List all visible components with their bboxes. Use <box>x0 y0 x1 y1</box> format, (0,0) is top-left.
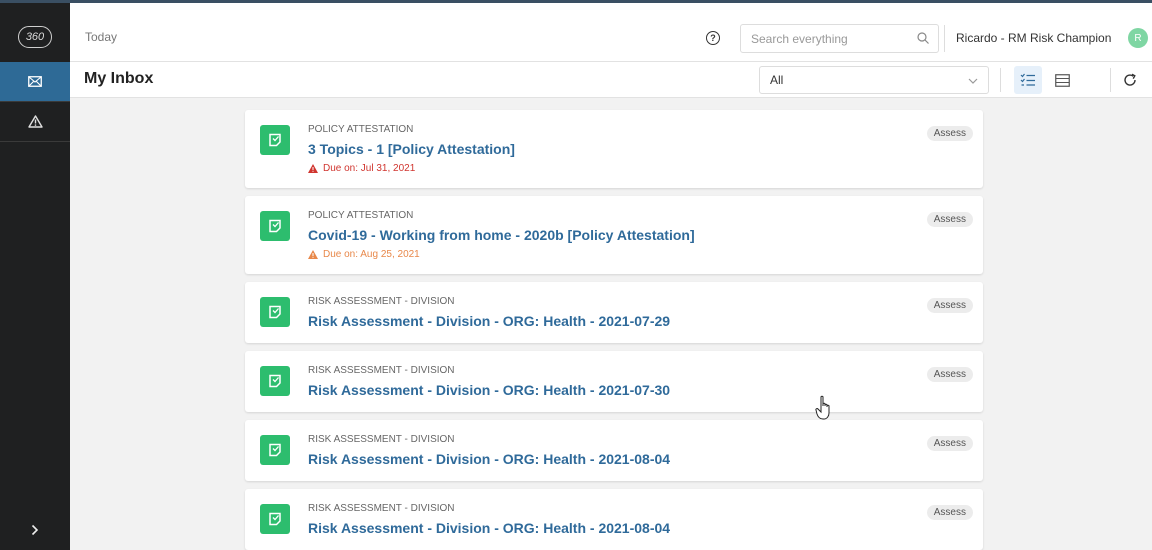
status-badge: Assess <box>926 436 973 451</box>
filter-select-value: All <box>770 73 784 87</box>
status-badge: Assess <box>926 126 973 141</box>
task-due-text: Due on: Jul 31, 2021 <box>323 163 416 174</box>
top-header: Today ? Ricardo - RM Risk Champion R <box>70 3 1152 62</box>
search-box <box>740 24 939 53</box>
search-icon[interactable] <box>917 32 929 44</box>
refresh-button[interactable] <box>1116 66 1144 94</box>
table-icon <box>1054 73 1070 87</box>
task-category: POLICY ATTESTATION <box>308 210 414 221</box>
sidebar-expand-button[interactable] <box>0 510 70 550</box>
task-document-icon <box>260 366 290 396</box>
search-input[interactable] <box>741 25 906 52</box>
chevron-right-icon <box>31 524 39 536</box>
task-card[interactable]: RISK ASSESSMENT - DIVISION Risk Assessme… <box>245 351 983 412</box>
breadcrumb[interactable]: Today <box>85 30 117 44</box>
task-document-icon <box>260 297 290 327</box>
help-icon[interactable]: ? <box>706 31 720 45</box>
user-name[interactable]: Ricardo - RM Risk Champion <box>956 31 1111 45</box>
envelope-icon <box>28 76 42 87</box>
filter-select[interactable]: All <box>759 66 989 94</box>
checklist-icon <box>1020 73 1035 86</box>
avatar[interactable]: R <box>1128 28 1148 48</box>
task-card[interactable]: POLICY ATTESTATION Covid-19 - Working fr… <box>245 196 983 274</box>
logo-text: 360 <box>25 31 45 43</box>
chevron-down-icon <box>968 78 978 84</box>
task-title-link[interactable]: 3 Topics - 1 [Policy Attestation] <box>308 141 515 157</box>
warning-triangle-icon <box>27 115 43 128</box>
task-card[interactable]: RISK ASSESSMENT - DIVISION Risk Assessme… <box>245 282 983 343</box>
task-title-link[interactable]: Risk Assessment - Division - ORG: Health… <box>308 520 670 536</box>
task-document-icon <box>260 125 290 155</box>
inbox-toolbar: My Inbox All <box>70 62 1152 98</box>
task-title-link[interactable]: Risk Assessment - Division - ORG: Health… <box>308 451 670 467</box>
task-card[interactable]: RISK ASSESSMENT - DIVISION Risk Assessme… <box>245 489 983 550</box>
page-title: My Inbox <box>84 70 154 87</box>
app-logo[interactable]: 360 <box>0 3 70 62</box>
task-category: RISK ASSESSMENT - DIVISION <box>308 503 455 514</box>
sidebar-item-risks[interactable] <box>0 102 70 142</box>
task-document-icon <box>260 211 290 241</box>
warning-icon <box>308 164 318 173</box>
task-document-icon <box>260 504 290 534</box>
task-list: POLICY ATTESTATION 3 Topics - 1 [Policy … <box>245 110 983 550</box>
status-badge: Assess <box>926 367 973 382</box>
task-title-link[interactable]: Risk Assessment - Division - ORG: Health… <box>308 382 670 398</box>
toolbar-divider <box>1000 68 1001 92</box>
sidebar: 360 <box>0 3 70 550</box>
logo-cloud: 360 <box>18 26 52 48</box>
task-due-text: Due on: Aug 25, 2021 <box>323 249 420 260</box>
task-document-icon <box>260 435 290 465</box>
task-category: RISK ASSESSMENT - DIVISION <box>308 434 455 445</box>
task-due-date: Due on: Aug 25, 2021 <box>308 249 420 260</box>
toolbar-divider-2 <box>1110 68 1111 92</box>
task-card[interactable]: POLICY ATTESTATION 3 Topics - 1 [Policy … <box>245 110 983 188</box>
warning-icon <box>308 250 318 259</box>
refresh-icon <box>1124 73 1136 86</box>
hand-pointer-cursor-icon <box>815 395 830 420</box>
table-view-button[interactable] <box>1048 66 1076 94</box>
task-due-date: Due on: Jul 31, 2021 <box>308 163 415 174</box>
status-badge: Assess <box>926 505 973 520</box>
task-category: RISK ASSESSMENT - DIVISION <box>308 365 455 376</box>
list-view-button[interactable] <box>1014 66 1042 94</box>
task-category: RISK ASSESSMENT - DIVISION <box>308 296 455 307</box>
task-title-link[interactable]: Covid-19 - Working from home - 2020b [Po… <box>308 227 695 243</box>
sidebar-item-inbox[interactable] <box>0 62 70 102</box>
task-title-link[interactable]: Risk Assessment - Division - ORG: Health… <box>308 313 670 329</box>
status-badge: Assess <box>926 212 973 227</box>
task-category: POLICY ATTESTATION <box>308 124 414 135</box>
header-divider <box>944 25 945 52</box>
status-badge: Assess <box>926 298 973 313</box>
task-card[interactable]: RISK ASSESSMENT - DIVISION Risk Assessme… <box>245 420 983 481</box>
